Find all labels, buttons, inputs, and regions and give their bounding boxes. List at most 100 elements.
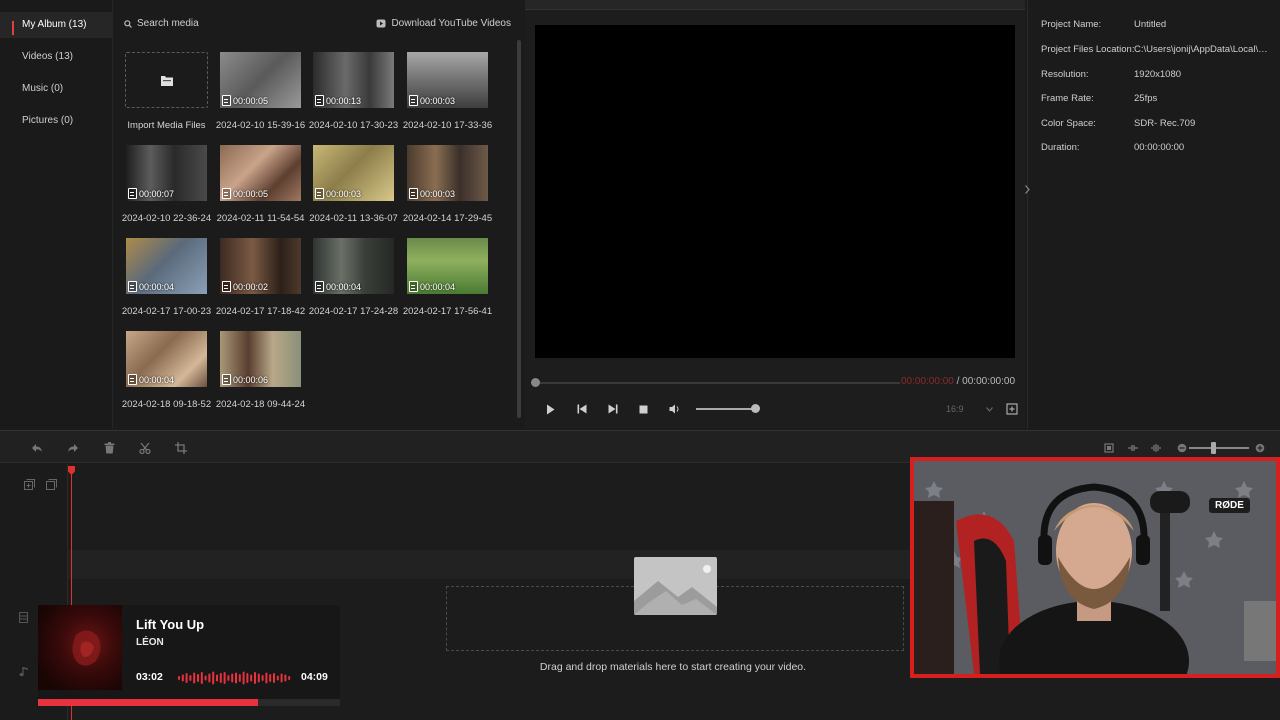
skip-forward-icon [608, 404, 617, 414]
clip-name: 2024-02-10 17-33-36 [402, 120, 493, 131]
microphone-brand-label: RØDE [1209, 498, 1250, 513]
redo-button[interactable] [65, 440, 81, 456]
song-artist: LÉON [136, 637, 164, 648]
media-clip[interactable]: 00:00:03 2024-02-10 17-33-36 [401, 48, 494, 136]
waveform-icon [1151, 444, 1161, 452]
plus-icon [1255, 443, 1265, 453]
redo-icon [68, 444, 78, 452]
download-icon [376, 19, 386, 28]
waveform-bar [238, 674, 241, 682]
media-clip[interactable]: 00:00:04 2024-02-17 17-24-28 [307, 234, 400, 322]
volume-slider[interactable] [696, 404, 760, 413]
volume-knob[interactable] [751, 404, 760, 413]
waveform-bar [246, 673, 249, 683]
waveform-bar [178, 676, 180, 680]
clip-thumbnail: 00:00:05 [220, 52, 301, 108]
info-value: 00:00:00:00 [1134, 142, 1185, 153]
song-title: Lift You Up [136, 617, 205, 632]
preview-topbar [525, 0, 1025, 10]
crop-button[interactable] [173, 440, 189, 456]
stop-button[interactable] [628, 400, 659, 418]
waveform-bar [284, 674, 287, 682]
sidebar-item-music[interactable]: Music (0) [0, 73, 112, 105]
clip-name: 2024-02-14 17-29-45 [402, 213, 493, 224]
fit-icon [1104, 443, 1114, 453]
zoom-in-button[interactable] [1252, 440, 1268, 456]
fit-timeline-button[interactable] [1101, 440, 1117, 456]
import-media-cell[interactable]: Import Media Files [120, 48, 213, 136]
download-youtube-button[interactable]: Download YouTube Videos [376, 18, 511, 29]
media-clip[interactable]: 00:00:06 2024-02-18 09-44-24 [214, 327, 307, 415]
film-icon [409, 95, 418, 106]
media-clip[interactable]: 00:00:05 2024-02-11 11-54-54 [214, 141, 307, 229]
media-clip[interactable]: 00:00:07 2024-02-10 22-36-24 [120, 141, 213, 229]
clip-duration: 00:00:03 [420, 95, 456, 106]
info-project-name: Project Name: Untitled [1041, 19, 1166, 30]
media-clip[interactable]: 00:00:05 2024-02-10 15-39-16 [214, 48, 307, 136]
film-icon [128, 281, 137, 292]
info-duration: Duration: 00:00:00:00 [1041, 142, 1184, 153]
film-icon [222, 374, 231, 385]
waveform-bar [193, 672, 196, 684]
info-value: 25fps [1134, 93, 1158, 104]
timeline-zoom-knob[interactable] [1211, 442, 1216, 454]
waveform-bar [212, 671, 215, 685]
delete-button[interactable] [101, 440, 117, 456]
search-media-button[interactable]: Search media [124, 18, 199, 29]
add-track-button[interactable] [24, 479, 35, 493]
undo-button[interactable] [29, 440, 45, 456]
clip-duration: 00:00:07 [139, 188, 175, 199]
snap-button[interactable] [1125, 440, 1141, 456]
video-track-icon-wrap [19, 612, 28, 626]
volume-button[interactable] [659, 400, 690, 418]
clip-duration: 00:00:02 [233, 281, 269, 292]
preview-progress-bar[interactable] [531, 378, 900, 387]
time-separator: / [953, 376, 963, 387]
sidebar-item-pictures[interactable]: Pictures (0) [0, 105, 112, 137]
sidebar-item-my-album[interactable]: My Album (13) [0, 12, 112, 38]
clip-name: 2024-02-10 22-36-24 [121, 213, 212, 224]
clip-duration: 00:00:03 [326, 188, 362, 199]
media-clip[interactable]: 00:00:03 2024-02-11 13-36-07 [307, 141, 400, 229]
media-clip[interactable]: 00:00:04 2024-02-17 17-00-23 [120, 234, 213, 322]
preview-screen[interactable] [535, 25, 1015, 358]
aspect-ratio-select[interactable]: 16:9 [942, 402, 997, 416]
media-clip[interactable]: 00:00:02 2024-02-17 17-18-42 [214, 234, 307, 322]
drop-zone[interactable] [446, 557, 904, 651]
timeline-zoom-slider[interactable] [1189, 442, 1249, 454]
stop-icon [639, 405, 648, 413]
info-frame-rate: Frame Rate: 25fps [1041, 93, 1157, 104]
clip-thumbnail: 00:00:13 [313, 52, 394, 108]
import-media-button[interactable] [125, 52, 208, 108]
zoom-out-button[interactable] [1174, 440, 1190, 456]
waveform-bar [231, 673, 234, 683]
media-clip[interactable]: 00:00:04 2024-02-17 17-56-41 [401, 234, 494, 322]
media-clip[interactable]: 00:00:03 2024-02-14 17-29-45 [401, 141, 494, 229]
minus-icon [1177, 443, 1187, 453]
media-scrollbar[interactable] [517, 40, 521, 418]
copy-track-button[interactable] [46, 479, 57, 493]
info-value: C:\Users\jonij\AppData\Local\Mini... [1134, 44, 1269, 55]
clip-name: 2024-02-11 11-54-54 [216, 213, 305, 224]
collapse-panel-button[interactable] [1025, 185, 1033, 199]
media-clip[interactable]: 00:00:13 2024-02-10 17-30-23 [307, 48, 400, 136]
playhead-handle[interactable] [68, 466, 75, 475]
clip-name: 2024-02-17 17-56-41 [402, 306, 493, 317]
media-clip[interactable]: 00:00:04 2024-02-18 09-18-52 [120, 327, 213, 415]
audio-waveform-button[interactable] [1148, 440, 1164, 456]
media-toolbar: Search media Download YouTube Videos [114, 0, 521, 48]
waveform-bar [265, 672, 268, 684]
sidebar-item-videos[interactable]: Videos (13) [0, 41, 112, 73]
clip-duration: 00:00:05 [233, 95, 269, 106]
project-info-panel: Project Name: Untitled Project Files Loca… [1025, 0, 1280, 428]
next-frame-button[interactable] [597, 400, 628, 418]
play-button[interactable] [535, 400, 566, 418]
fullscreen-button[interactable] [1006, 403, 1018, 415]
split-button[interactable] [137, 440, 153, 456]
waveform-bar [288, 676, 291, 680]
preview-progress-knob[interactable] [531, 378, 540, 387]
album-list: My Album (13) Videos (13) Music (0) Pict… [0, 12, 112, 137]
previous-frame-button[interactable] [566, 400, 597, 418]
waveform-bar [197, 674, 199, 682]
song-progress-fill [38, 699, 259, 706]
